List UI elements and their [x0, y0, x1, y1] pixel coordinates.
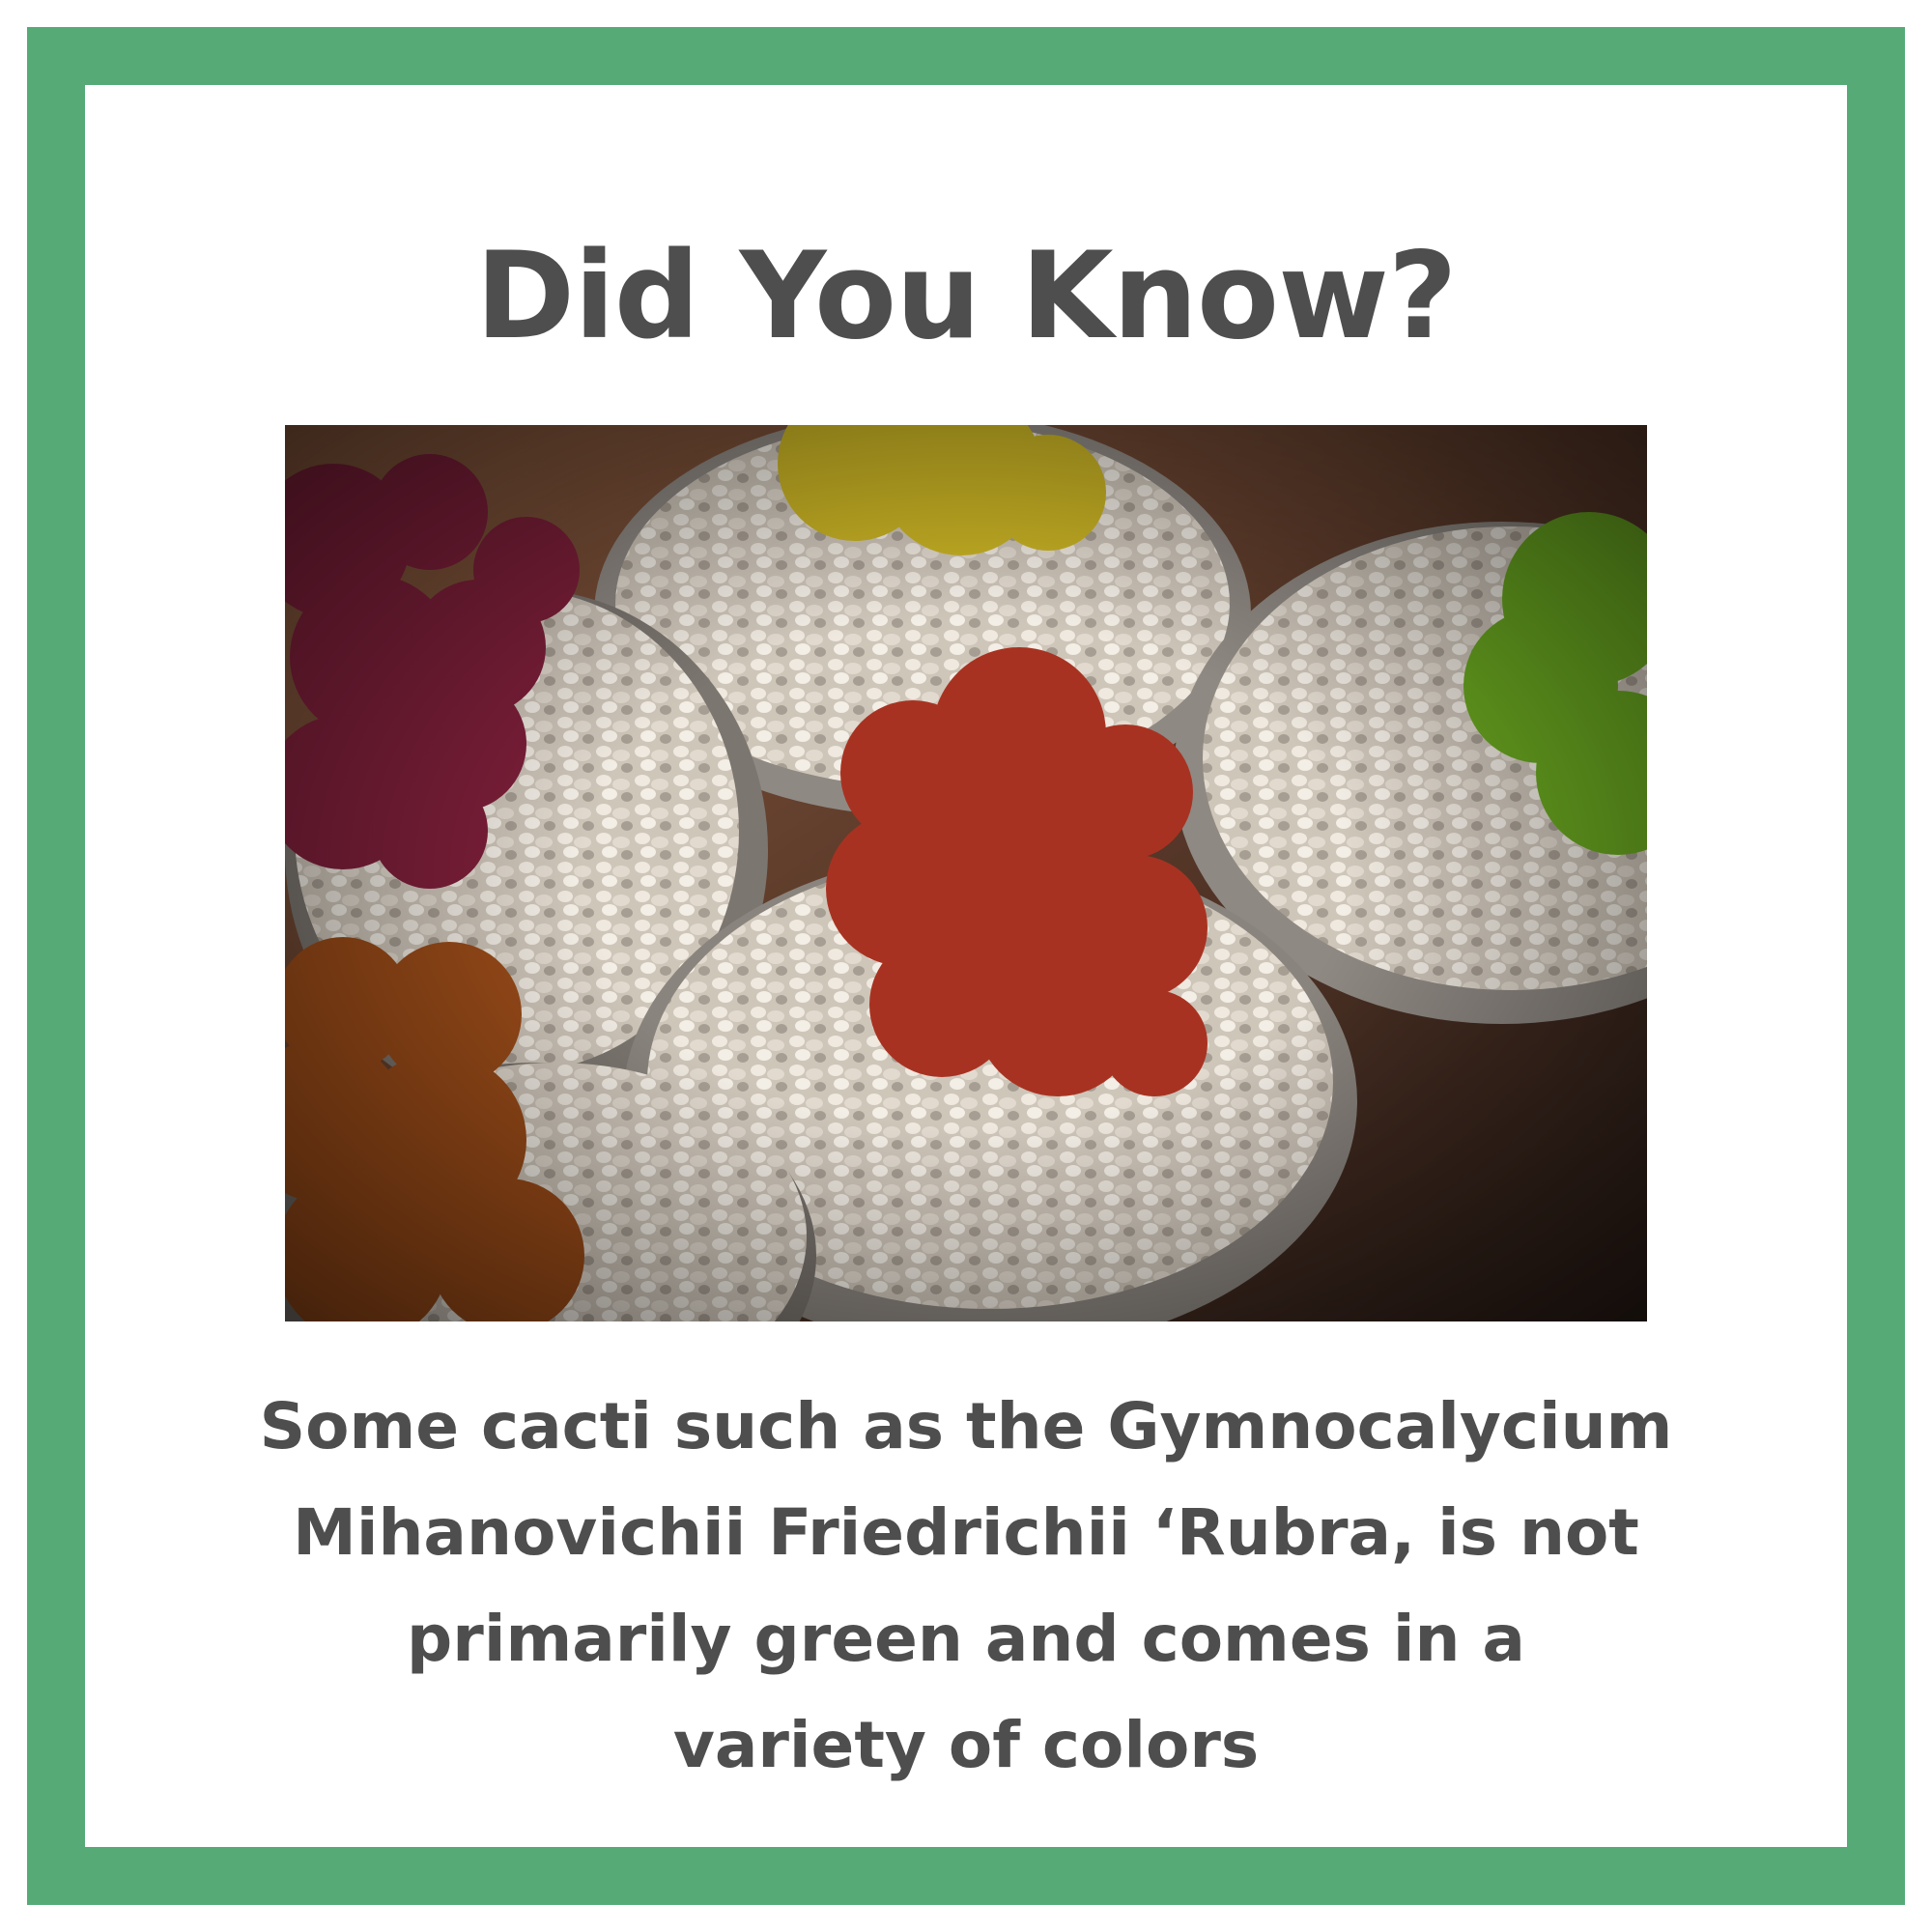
caption-text: Some cacti such as the Gymnocalycium Mih…: [145, 1374, 1787, 1799]
caption-line: primarily green and comes in a: [407, 1602, 1525, 1676]
page-title: Did You Know?: [475, 227, 1457, 366]
caption-line: Some cacti such as the Gymnocalycium: [259, 1389, 1673, 1463]
caption-line: variety of colors: [672, 1708, 1260, 1782]
caption-line: Mihanovichii Friedrichii ‘Rubra, is not: [293, 1495, 1639, 1570]
cactus-photo: [285, 425, 1647, 1321]
